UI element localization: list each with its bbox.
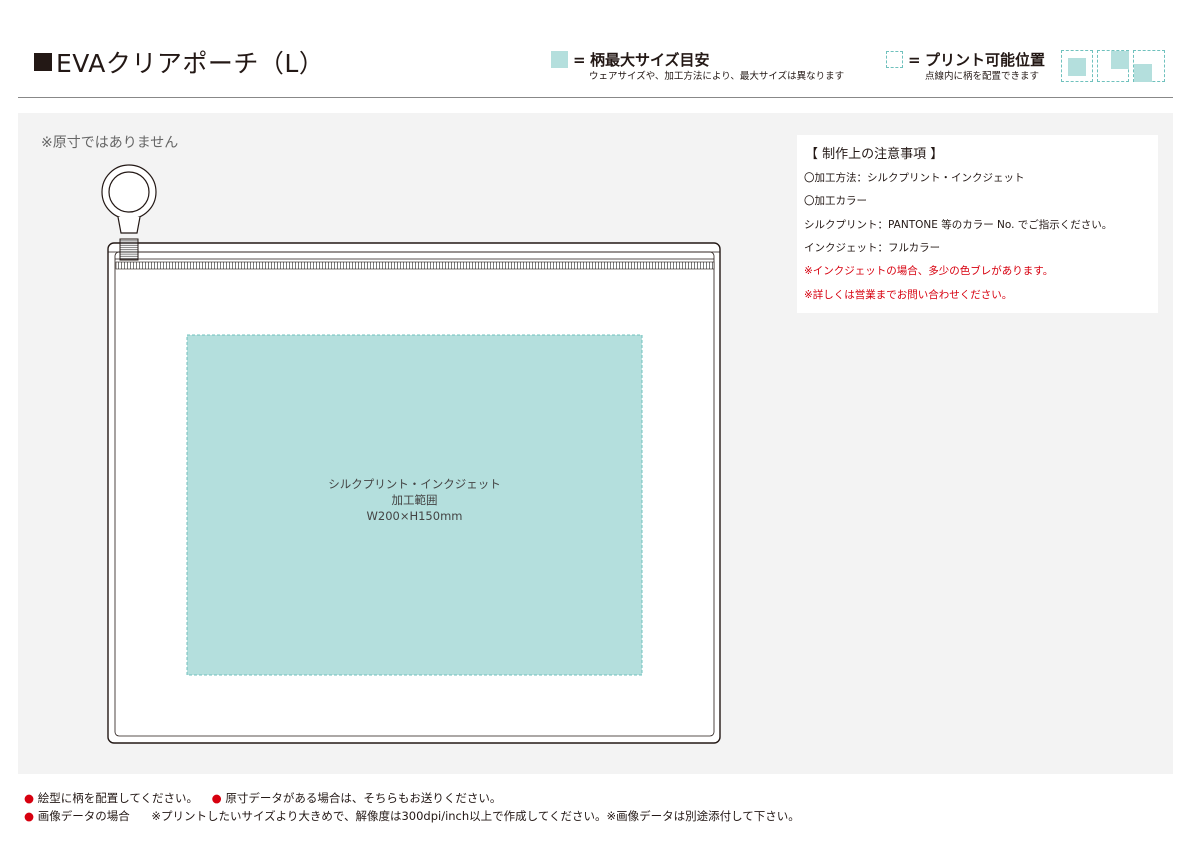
print-area-method: シルクプリント・インクジェット — [328, 477, 501, 491]
footer-line-1: ● 絵型に柄を配置してください。 ● 原寸データがある場合は、そちらもお送りくだ… — [24, 791, 501, 806]
footer-image-data-note: ※プリントしたいサイズより大きめで、解像度は300dpi/inch以上で作成して… — [151, 809, 800, 823]
red-bullet-icon: ● — [211, 791, 222, 805]
footer-instruction-original: 原寸データがある場合は、そちらもお送りください。 — [225, 791, 502, 805]
note-inkjet: インクジェット：フルカラー — [804, 242, 941, 254]
print-area-label: シルクプリント・インクジェット 加工範囲 W200×H150mm — [187, 476, 642, 524]
note-warning-contact: ※詳しくは営業までお問い合わせください。 — [804, 289, 1013, 301]
print-area-size: W200×H150mm — [366, 509, 463, 523]
red-bullet-icon: ● — [24, 809, 35, 823]
pouch-drawing — [101, 164, 721, 744]
footer-line-2: ● 画像データの場合 ※プリントしたいサイズより大きめで、解像度は300dpi/… — [24, 809, 800, 824]
note-silk: シルクプリント：PANTONE 等のカラー No. でご指示ください。 — [804, 219, 1113, 231]
footer-instruction-layout: 絵型に柄を配置してください。 — [37, 791, 199, 805]
note-method: 〇加工方法：シルクプリント・インクジェット — [804, 172, 1025, 184]
red-bullet-icon: ● — [24, 791, 35, 805]
print-area-caption: 加工範囲 — [391, 493, 438, 507]
footer-image-data-label: 画像データの場合 — [37, 809, 130, 823]
zipper-teeth — [115, 261, 715, 270]
ring-neck — [117, 216, 141, 234]
note-warning-color: ※インクジェットの場合、多少の色ブレがあります。 — [804, 265, 1054, 277]
notes-title: 【 制作上の注意事項 】 — [805, 147, 944, 162]
ring-handle-inner — [108, 171, 150, 213]
note-color-heading: 〇加工カラー — [804, 195, 867, 207]
zipper-pull — [119, 238, 139, 261]
